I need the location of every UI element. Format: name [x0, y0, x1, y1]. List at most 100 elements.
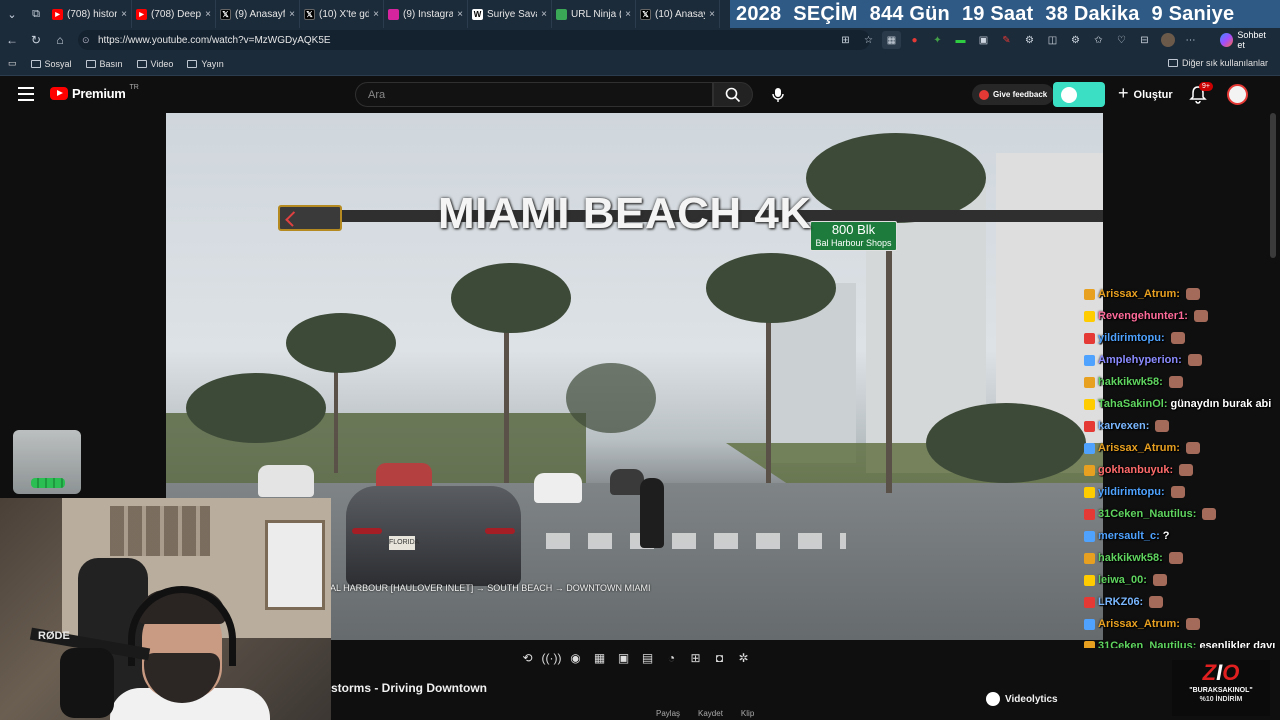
extension-green2-icon[interactable]: ▬: [951, 31, 970, 49]
search-button[interactable]: [713, 82, 753, 107]
browser-tab[interactable]: ▶ (708) Deep F×: [132, 0, 216, 28]
eye-watch-icon[interactable]: ◉: [566, 648, 585, 667]
browser-tab[interactable]: ▶ (708) history ×: [48, 0, 132, 28]
bookmarks-sidebar-icon[interactable]: ▭: [8, 58, 17, 69]
favorite-star-icon[interactable]: ☆: [859, 31, 878, 49]
extension-puzzle-icon[interactable]: ⚙: [1020, 31, 1039, 49]
clip-button[interactable]: Klip: [741, 709, 754, 718]
workspaces-icon[interactable]: ⧉: [24, 0, 48, 28]
save-button[interactable]: Kaydet: [698, 709, 723, 718]
chat-emote-icon: [1168, 552, 1183, 564]
copilot-icon: [1220, 33, 1234, 47]
tab-menu-chevron-icon[interactable]: ⌄: [0, 0, 24, 28]
bookmark-folder-basin[interactable]: Basın: [85, 59, 123, 69]
hedge: [926, 403, 1086, 483]
feedback-icon: [979, 89, 989, 100]
film-icon[interactable]: ▦: [590, 648, 609, 667]
tab-close-icon[interactable]: ×: [289, 9, 295, 20]
collections-icon[interactable]: ⊟: [1135, 31, 1154, 49]
reload-icon[interactable]: ↻: [24, 33, 48, 47]
favorites-icon[interactable]: ✩: [1089, 31, 1108, 49]
route-subtitle: AL HARBOUR [HAULOVER INLET] → SOUTH BEAC…: [330, 583, 651, 593]
extensions-toolbar: ⊞ ☆ ▦ ● ✦ ▬ ▣ ✎ ⚙ ◫ ⚙ ✩ ♡ ⊟ ⋯: [836, 31, 1200, 49]
split-screen-icon[interactable]: ◫: [1043, 31, 1062, 49]
account-avatar[interactable]: [1227, 84, 1248, 105]
site-info-icon[interactable]: ⊙: [82, 35, 94, 46]
chat-emote-icon: [1168, 376, 1183, 388]
audio-icon[interactable]: ((·)): [542, 648, 562, 667]
url-field[interactable]: ⊙ https://www.youtube.com/watch?v=MzWGDy…: [78, 30, 870, 50]
search-input[interactable]: Ara: [355, 82, 713, 107]
wikipedia-icon: W: [472, 8, 483, 20]
speed-gauge-icon[interactable]: ◔: [662, 648, 681, 667]
extension-grid-icon[interactable]: ▦: [882, 31, 901, 49]
extension-pen-icon[interactable]: ✎: [997, 31, 1016, 49]
browser-tab[interactable]: URL Ninja (6) ×: [552, 0, 636, 28]
voice-search-button[interactable]: [766, 83, 790, 107]
chat-badge-icon: [1084, 530, 1095, 542]
countdown-year: 2028: [736, 2, 782, 25]
youtube-premium-logo[interactable]: Premium TR: [50, 84, 139, 101]
plus-icon: +: [1118, 83, 1129, 103]
menu-hamburger-icon[interactable]: [18, 87, 34, 101]
browser-essentials-icon[interactable]: ♡: [1112, 31, 1131, 49]
add-to-queue-icon[interactable]: ⊞: [686, 648, 705, 667]
page-scrollbar[interactable]: [1270, 113, 1276, 258]
browser-tab[interactable]: W Suriye Savaş ×: [468, 0, 552, 28]
browser-tab[interactable]: 𝕏 (10) X'te gd ×: [300, 0, 384, 28]
crosswalk: [546, 533, 846, 549]
give-feedback-button[interactable]: Give feedback: [972, 84, 1055, 105]
tab-close-icon[interactable]: ×: [709, 9, 715, 20]
extension-red-icon[interactable]: ●: [905, 31, 924, 49]
screenshot-camera-icon[interactable]: ◘: [710, 648, 729, 667]
settings-gear-icon[interactable]: ✲: [734, 648, 753, 667]
chat-badge-icon: [1084, 574, 1095, 586]
tab-close-icon[interactable]: ×: [457, 9, 463, 20]
app-available-icon[interactable]: ⊞: [836, 31, 855, 49]
chat-message: Revengehunter1:: [1080, 305, 1280, 327]
bookmarks-bar: ▭ Sosyal Basın Video Yayın Diğer sık kul…: [0, 52, 1280, 76]
extension-toggle-button[interactable]: [1053, 82, 1105, 107]
bookmark-folder-sosyal[interactable]: Sosyal: [30, 59, 72, 69]
browser-tab[interactable]: 𝕏 (10) Anasayfa ×: [636, 0, 720, 28]
chat-message: 31Ceken_Nautilus: esenlikler dayı: [1080, 635, 1280, 648]
sponsor-discount: %10 İNDİRİM: [1199, 696, 1243, 703]
tab-close-icon[interactable]: ×: [541, 9, 547, 20]
home-icon[interactable]: ⌂: [48, 33, 72, 47]
chat-badge-icon: [1084, 376, 1095, 388]
tab-close-icon[interactable]: ×: [625, 9, 631, 20]
other-bookmarks-folder[interactable]: Diğer sık kullanılanlar: [1167, 58, 1268, 68]
tab-close-icon[interactable]: ×: [373, 9, 379, 20]
extension-green-icon[interactable]: ✦: [928, 31, 947, 49]
copilot-chat-button[interactable]: Sohbet et: [1214, 30, 1280, 50]
picture-in-picture-icon[interactable]: ▣: [614, 648, 633, 667]
palm-tree: [566, 363, 656, 433]
browser-tab[interactable]: 𝕏 (9) Anasayfa ×: [216, 0, 300, 28]
share-button[interactable]: Paylaş: [656, 709, 680, 718]
bookmark-folder-yayin[interactable]: Yayın: [187, 59, 224, 69]
bookmark-folder-video[interactable]: Video: [136, 59, 173, 69]
browser-tab[interactable]: (9) Instagram ×: [384, 0, 468, 28]
chat-emote-icon: [1187, 354, 1202, 366]
sponsor-code: "BURAKSAKINOL": [1189, 687, 1253, 694]
tab-close-icon[interactable]: ×: [205, 9, 211, 20]
more-menu-icon[interactable]: ⋯: [1181, 31, 1200, 49]
create-button[interactable]: + Oluştur: [1118, 83, 1173, 105]
chat-emote-icon: [1170, 332, 1185, 344]
filmstrip-icon[interactable]: ▤: [638, 648, 657, 667]
extension-screenshot-icon[interactable]: ▣: [974, 31, 993, 49]
chat-message: yildirimtopu:: [1080, 481, 1280, 503]
loop-icon[interactable]: ⟲: [518, 648, 537, 667]
youtube-icon: ▶: [52, 8, 63, 20]
chat-message: Arissax_Atrum:: [1080, 437, 1280, 459]
chat-username: Arissax_Atrum:: [1098, 288, 1180, 300]
tab-close-icon[interactable]: ×: [121, 9, 127, 20]
videolytics-button[interactable]: Videolytics: [986, 692, 1058, 706]
settings-gear-icon[interactable]: ⚙: [1066, 31, 1085, 49]
white-car: [258, 465, 314, 497]
profile-avatar-icon[interactable]: [1158, 31, 1177, 49]
back-icon[interactable]: ←: [0, 33, 24, 47]
palm-tree: [286, 313, 396, 373]
palm-tree: [186, 373, 326, 443]
chat-emote-icon: [1185, 442, 1200, 454]
